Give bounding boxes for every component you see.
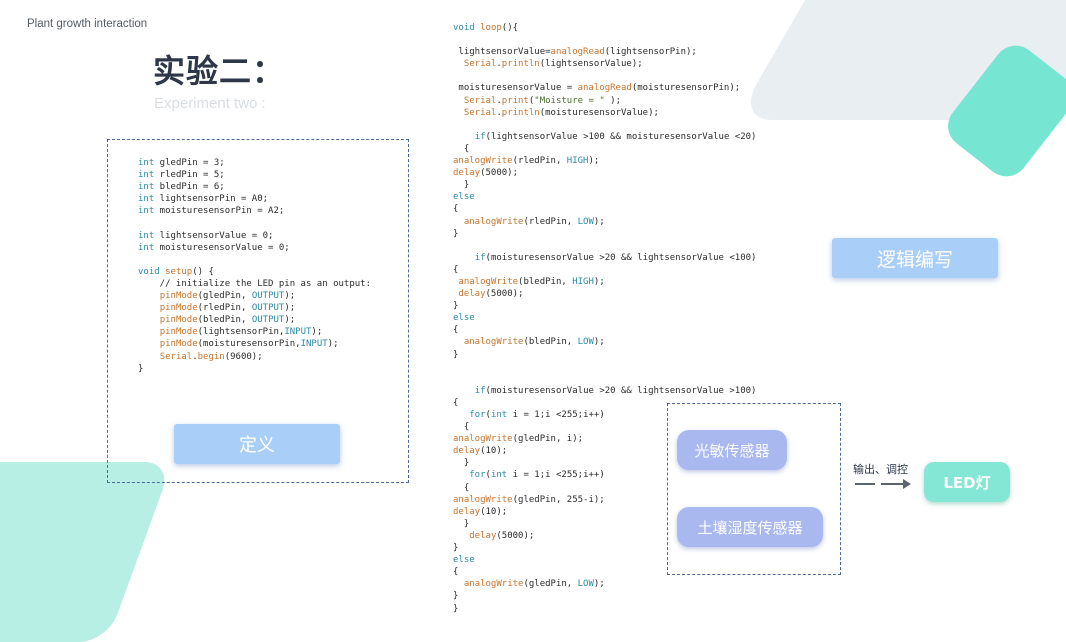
page-title: 实验二： — [153, 52, 286, 90]
page-subtitle: Experiment two : — [154, 95, 266, 112]
sensor-group — [667, 403, 841, 575]
decorative-shape-teal-left — [0, 462, 173, 642]
arrow-right-icon — [855, 479, 911, 489]
output-control-label: 输出、调控 — [853, 463, 908, 476]
definition-code: int gledPin = 3; int rledPin = 5; int bl… — [138, 158, 371, 374]
logic-label: 逻辑编写 — [832, 238, 998, 278]
soil-moisture-sensor-label: 土壤湿度传感器 — [677, 507, 823, 547]
light-sensor-label: 光敏传感器 — [677, 430, 787, 470]
brand-text: Plant growth interaction — [27, 18, 148, 30]
definition-label: 定义 — [174, 424, 340, 464]
led-output-label: LED灯 — [924, 462, 1010, 502]
